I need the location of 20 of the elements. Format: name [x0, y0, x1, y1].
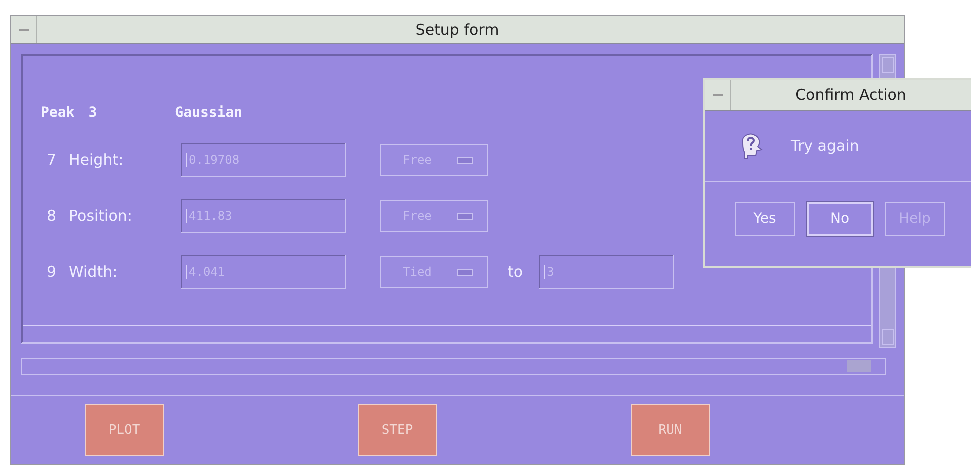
parameter-index: 9 [47, 263, 58, 281]
peak-function-label: Gaussian [175, 105, 243, 121]
parameter-index: 7 [47, 151, 58, 169]
dialog-button[interactable]: No [807, 202, 873, 236]
parameter-index: 8 [47, 207, 58, 225]
parameter-label: Width: [69, 263, 119, 281]
dialog-title: Confirm Action [794, 86, 908, 104]
parameter-label: Position: [69, 207, 134, 225]
dialog-button[interactable]: Yes [735, 202, 795, 236]
action-button[interactable]: RUN [631, 404, 710, 456]
action-button[interactable]: STEP [358, 404, 437, 456]
horizontal-scrollbar[interactable] [21, 358, 886, 375]
dialog-message: Try again [791, 137, 860, 155]
action-button[interactable]: PLOT [85, 404, 164, 456]
question-head-icon [739, 132, 763, 160]
peak-number: 3 [88, 105, 98, 121]
tied-to-label: to [508, 263, 524, 281]
peak-label: Peak [41, 105, 75, 121]
window-title: Setup form [414, 20, 500, 38]
parameter-label: Height: [69, 151, 125, 169]
